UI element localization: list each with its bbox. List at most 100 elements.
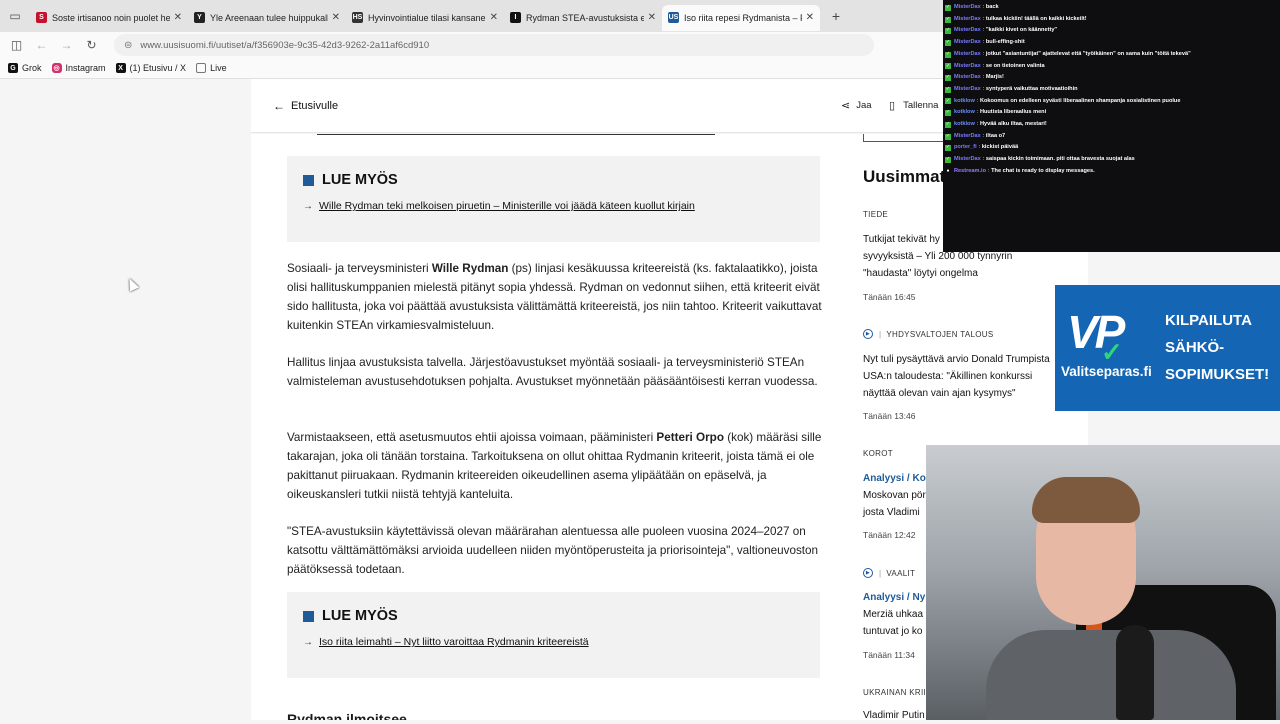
chat-message: ✓ MisterDax: iltaa o7 — [945, 131, 1280, 143]
person-name: Wille Rydman — [431, 262, 509, 275]
chat-message: ✓ MisterDax: back — [945, 2, 1280, 14]
address-bar[interactable]: ⊜ www.uusisuomi.fi/uutiset/a/f356903e-9c… — [114, 34, 874, 56]
chat-message: ✓ MisterDax: tulkaa kickiin! täällä on ka… — [945, 14, 1280, 26]
article-subheading: Rydman ilmoitsee — [287, 711, 407, 720]
chat-username: porter_fi — [954, 144, 977, 151]
bookmark-icon: ▯ — [889, 100, 896, 112]
tab-title: Soste irtisanoo noin puolet henk — [52, 12, 170, 23]
chat-username: kotklow — [954, 97, 975, 104]
chat-username: kotklow — [954, 109, 975, 116]
ad-slogan: KILPAILUTA SÄHKÖ- SOPIMUKSET! — [1165, 312, 1270, 383]
chat-message: ✓ MisterDax: se on tietoinen valinta — [945, 61, 1280, 73]
browser-tab[interactable]: Y Yle Areenaan tulee huippukalliste ✕ — [188, 5, 346, 31]
news-category[interactable]: ▶ | YHDYSVALTOJEN TALOUS — [863, 329, 993, 339]
article-paragraph: Sosiaali- ja terveysministeri Wille Rydm… — [287, 262, 822, 332]
kick-icon: ✓ — [945, 27, 951, 35]
news-category[interactable]: UKRAINAN KRII — [863, 688, 926, 697]
news-time: Tänään 13:46 — [863, 411, 916, 421]
chat-text: se on tietoinen valinta — [985, 62, 1045, 69]
chat-text: back — [985, 4, 999, 10]
browser-tab[interactable]: S Soste irtisanoo noin puolet henk ✕ — [30, 5, 188, 31]
new-tab-button[interactable]: + — [824, 8, 848, 24]
chat-username: Restream.io — [954, 167, 987, 174]
kick-icon: ✓ — [945, 121, 951, 128]
bookmark-x[interactable]: X (1) Etusivu / X — [115, 63, 186, 73]
site-info-icon[interactable]: ⊜ — [124, 40, 132, 51]
read-also-link[interactable]: → Wille Rydman teki melkoisen piruetin – … — [303, 200, 804, 212]
chat-username: MisterDax — [954, 15, 981, 22]
share-icon: ⋖ — [841, 100, 851, 112]
tab-title: Hyvinvointialue tilasi kansanedu — [368, 12, 486, 23]
kick-icon: ✓ — [945, 109, 951, 117]
ad-banner[interactable]: VP ✓ Valitseparas.fi KILPAILUTA SÄHKÖ- S… — [1055, 285, 1280, 411]
news-time: Tänään 16:45 — [863, 292, 916, 302]
news-category[interactable]: TIEDE — [863, 210, 888, 219]
save-button[interactable]: ▯ Tallenna — [889, 99, 938, 112]
link-underline-cut — [317, 134, 715, 135]
close-tab-icon[interactable]: ✕ — [332, 12, 340, 23]
square-icon — [303, 174, 314, 186]
read-also-heading: LUE MYÖS — [303, 172, 804, 188]
separator: | — [879, 568, 882, 578]
separator: | — [879, 329, 882, 339]
chat-text: "kaikki kivet on käännetty" — [985, 27, 1058, 34]
restream-icon: ● — [946, 167, 950, 174]
chat-message: ✓ MisterDax: syntyperä vaikuttaa motivaat… — [945, 84, 1280, 96]
article-paragraph: Hallitus linjaa avustuksista talvella. J… — [287, 356, 818, 388]
browser-tab[interactable]: I Rydman STEA-avustuksista eten ✕ — [504, 5, 662, 31]
read-also-link[interactable]: → Iso riita leimahti – Nyt liitto varoitt… — [303, 636, 804, 648]
chat-message: ✓ kotklow: Kokoomus on edelleen syvästi l… — [945, 96, 1280, 108]
chat-text: syntyperä vaikuttaa motivaatioihin — [985, 85, 1078, 92]
tab-title: Iso riita repesi Rydmanista – Pet — [684, 12, 802, 23]
close-tab-icon[interactable]: ✕ — [174, 12, 182, 23]
chat-message: ✓ kotklow: Hyvää alku iltaa, mestari! — [945, 119, 1280, 131]
chat-text: Huutista liberaalius meni — [979, 109, 1047, 116]
chat-text: saispaa kickin toimimaan. piti ottaa bra… — [985, 156, 1135, 163]
kick-icon: ✓ — [945, 132, 951, 140]
tab-favicon-icon: HS — [352, 12, 363, 23]
person-name: Petteri Orpo — [656, 431, 724, 444]
chat-message: ✓ porter_fi: kickist päivää — [945, 142, 1280, 154]
kick-icon: ✓ — [945, 50, 951, 58]
chat-text: tulkaa kickiin! täällä on kaikki kickeil… — [985, 15, 1087, 22]
back-to-front-link[interactable]: ← Etusivulle — [273, 99, 338, 113]
tab-title: Rydman STEA-avustuksista eten — [526, 12, 644, 23]
play-icon: ▶ — [863, 329, 873, 339]
chat-text: Hyvää alku iltaa, mestari! — [979, 121, 1047, 128]
kick-icon: ✓ — [945, 144, 951, 152]
article-quote: "STEA-avustuksiin käytettävissä olevan m… — [287, 525, 819, 576]
latest-heading: Uusimmat — [863, 167, 946, 186]
reload-icon[interactable]: ↻ — [79, 38, 104, 52]
news-category[interactable]: KOROT — [863, 449, 893, 458]
kick-icon: ✓ — [945, 62, 951, 70]
sidebar-toggle-icon[interactable]: ◫ — [4, 38, 29, 52]
browser-tab[interactable]: US Iso riita repesi Rydmanista – Pet ✕ — [662, 4, 820, 31]
share-button[interactable]: ⋖ Jaa — [841, 99, 872, 112]
close-tab-icon[interactable]: ✕ — [806, 12, 814, 23]
bookmark-grok[interactable]: G Grok — [8, 63, 42, 73]
arrow-right-icon: → — [303, 200, 313, 212]
arrow-right-icon: → — [303, 636, 313, 648]
tab-favicon-icon: Y — [194, 12, 205, 23]
read-also-box: LUE MYÖS → Wille Rydman teki melkoisen pi… — [287, 156, 820, 242]
chat-username: MisterDax — [954, 74, 981, 81]
tab-title: Yle Areenaan tulee huippukalliste — [210, 12, 328, 23]
close-tab-icon[interactable]: ✕ — [648, 12, 656, 23]
kick-icon: ✓ — [945, 85, 951, 93]
close-tab-icon[interactable]: ✕ — [490, 12, 498, 23]
tab-overview-icon[interactable]: ▭ — [0, 0, 30, 32]
chat-message: ✓ kotklow: Huutista liberaalius meni — [945, 107, 1280, 119]
webcam-person-hair — [1032, 477, 1140, 523]
chat-message: ✓ MisterDax: saispaa kickin toimimaan. pi… — [945, 154, 1280, 166]
bookmark-folder-live[interactable]: Live — [196, 63, 227, 73]
news-time: Tänään 12:42 — [863, 530, 916, 540]
chat-message: ✓ MisterDax: "kaikki kivet on käännetty" — [945, 25, 1280, 37]
back-arrow-icon[interactable]: ← — [29, 38, 54, 52]
tab-favicon-icon: S — [36, 12, 47, 23]
chat-username: MisterDax — [954, 156, 981, 163]
chat-message: ● Restream.io: The chat is ready to displ… — [945, 166, 1280, 178]
forward-arrow-icon[interactable]: → — [54, 38, 79, 52]
browser-tab[interactable]: HS Hyvinvointialue tilasi kansanedu ✕ — [346, 5, 504, 31]
bookmark-instagram[interactable]: ◎ Instagram — [51, 63, 106, 73]
news-category[interactable]: ▶ | VAALIT — [863, 568, 915, 578]
